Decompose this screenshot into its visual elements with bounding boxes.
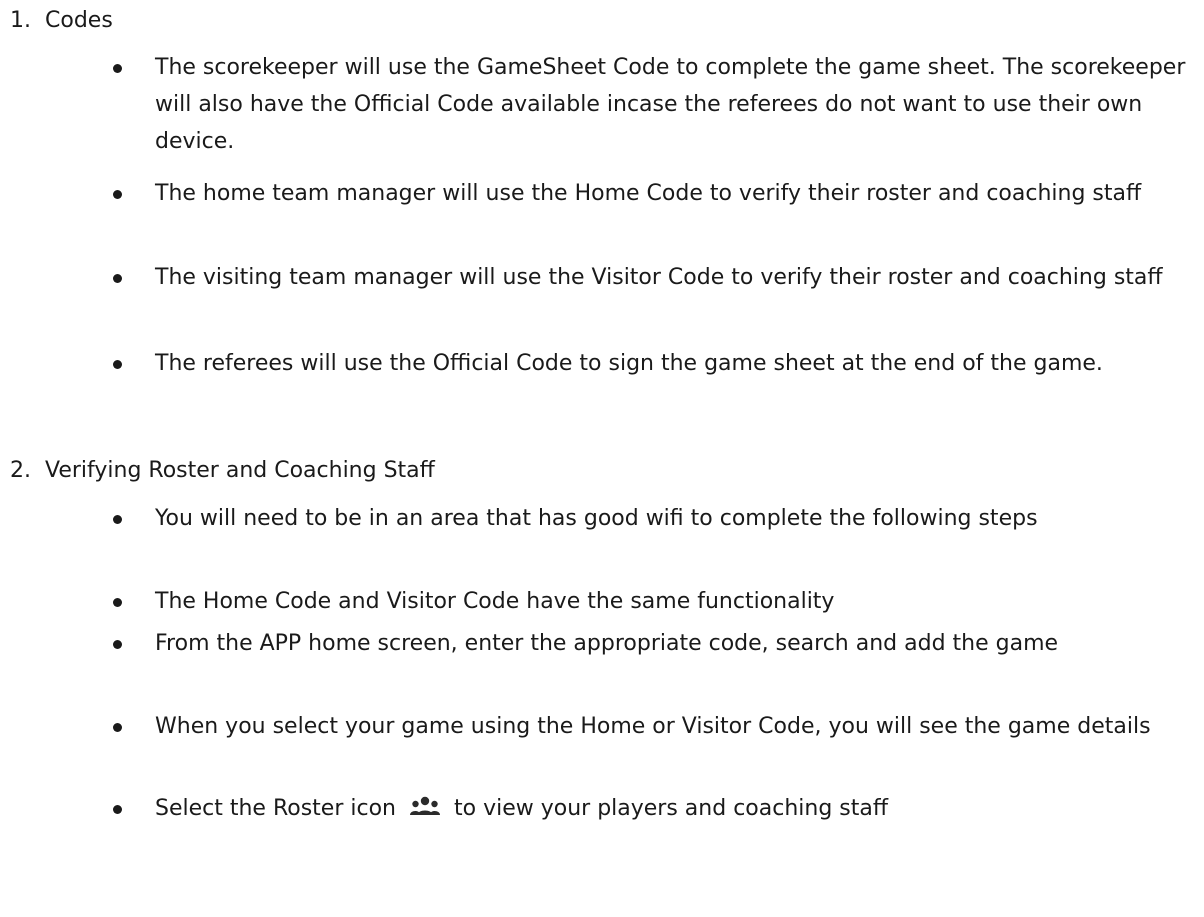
list-item: The home team manager will use the Home … xyxy=(0,175,1195,212)
bullet-dot xyxy=(113,274,122,283)
list-item-text: The scorekeeper will use the GameSheet C… xyxy=(155,55,1186,154)
group-icon xyxy=(409,794,441,818)
section-heading: 2. Verifying Roster and Coaching Staff xyxy=(10,451,435,491)
bullet-dot xyxy=(113,64,122,73)
section-number: 1. xyxy=(10,8,31,33)
list-item-text: The visiting team manager will use the V… xyxy=(155,265,1163,290)
bullet-dot xyxy=(113,723,122,732)
list-item: The referees will use the Official Code … xyxy=(0,341,1195,386)
list-item: Select the Roster icon to view your play… xyxy=(0,790,1195,827)
bullet-dot xyxy=(113,598,122,607)
section-number: 2. xyxy=(10,458,31,483)
section-title: Codes xyxy=(45,8,113,33)
bullet-dot xyxy=(113,805,122,814)
list-item: From the APP home screen, enter the appr… xyxy=(0,625,1195,662)
list-item: The visiting team manager will use the V… xyxy=(0,259,1195,296)
list-item-text-after-icon: to view your players and coaching staff xyxy=(454,796,889,821)
list-item: You will need to be in an area that has … xyxy=(0,500,1195,537)
list-item-text: The Home Code and Visitor Code have the … xyxy=(155,589,835,614)
bullet-dot xyxy=(113,360,122,369)
list-item-text: The referees will use the Official Code … xyxy=(155,351,1103,376)
bullet-dot xyxy=(113,640,122,649)
section-title: Verifying Roster and Coaching Staff xyxy=(45,458,435,483)
list-item: The Home Code and Visitor Code have the … xyxy=(0,583,1195,620)
list-item-text: You will need to be in an area that has … xyxy=(155,506,1038,531)
list-item-text: The home team manager will use the Home … xyxy=(155,181,1142,206)
list-item-text: From the APP home screen, enter the appr… xyxy=(155,631,1059,656)
list-item: When you select your game using the Home… xyxy=(0,708,1195,745)
list-item: The scorekeeper will use the GameSheet C… xyxy=(0,49,1195,160)
bullet-dot xyxy=(113,190,122,199)
list-item-text-before-icon: Select the Roster icon xyxy=(155,796,396,821)
section-heading: 1. Codes xyxy=(10,1,113,41)
bullet-dot xyxy=(113,515,122,524)
list-item-text: When you select your game using the Home… xyxy=(155,714,1151,739)
